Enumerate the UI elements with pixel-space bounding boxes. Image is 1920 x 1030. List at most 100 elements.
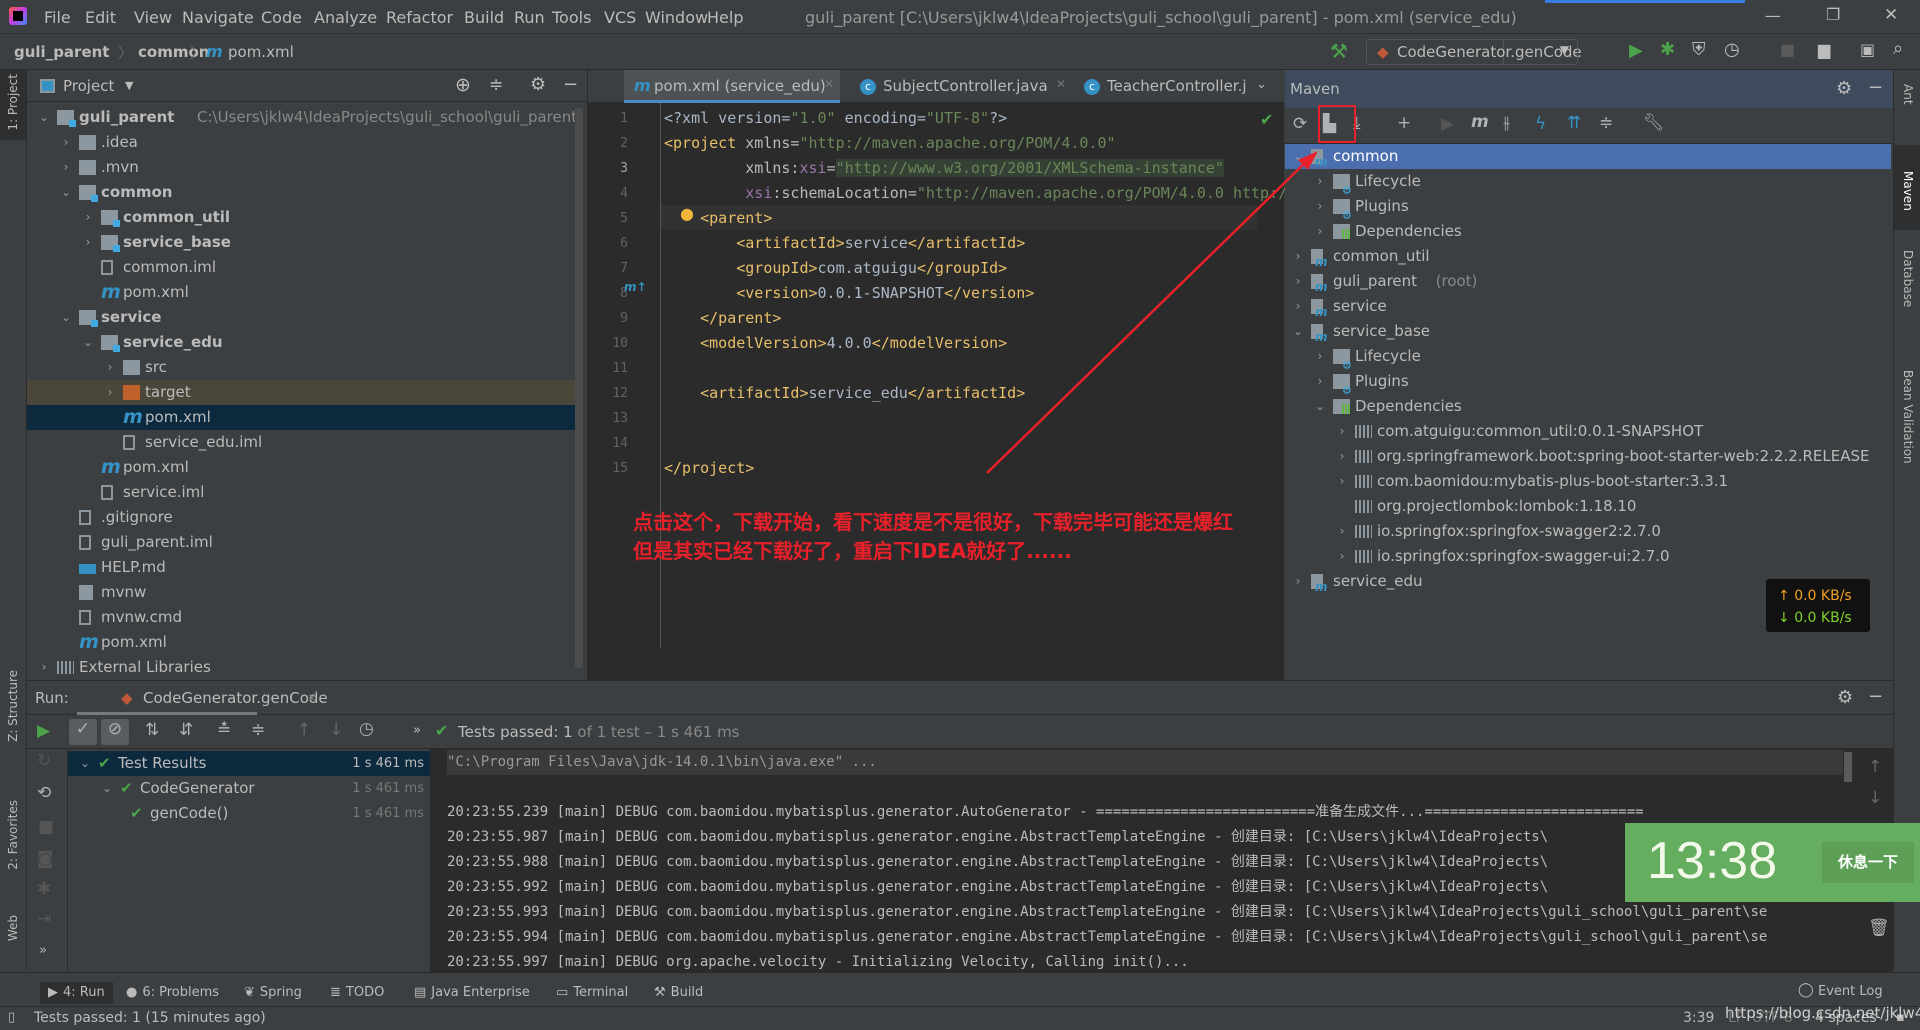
- chevron-right-icon[interactable]: ›: [1313, 219, 1327, 244]
- breadcrumb-pom[interactable]: pom.xml: [228, 43, 294, 61]
- gear-icon[interactable]: ⚙: [1836, 78, 1852, 99]
- project-structure-icon[interactable]: ▆: [1818, 40, 1830, 59]
- stop-icon[interactable]: ■: [38, 817, 54, 837]
- maven-tree-item[interactable]: › ⚙ Plugins: [1285, 369, 1891, 397]
- run-icon[interactable]: ▶: [1629, 40, 1643, 61]
- chevron-right-icon[interactable]: ›: [1313, 344, 1327, 369]
- chevron-right-icon[interactable]: ›: [1335, 469, 1349, 494]
- project-tree-item[interactable]: › service_base: [27, 230, 575, 255]
- chevron-right-icon[interactable]: ›: [103, 355, 117, 380]
- maven-tree-item[interactable]: org.projectlombok:lombok:1.18.10: [1285, 494, 1891, 519]
- next-icon[interactable]: ↓: [329, 720, 343, 740]
- project-tree-item[interactable]: › .mvn: [27, 155, 575, 180]
- chevron-right-icon[interactable]: ›: [103, 380, 117, 405]
- breadcrumb-guli-parent[interactable]: guli_parent: [14, 43, 109, 61]
- event-log-button[interactable]: Event Log: [1818, 984, 1883, 999]
- add-icon[interactable]: +: [1397, 113, 1411, 133]
- structure-stripe-label[interactable]: Z: Structure: [6, 670, 20, 742]
- collapse-all-icon[interactable]: ≑: [1599, 113, 1613, 133]
- close-tab-icon[interactable]: ✕: [824, 77, 834, 91]
- project-view-select[interactable]: Project: [63, 77, 114, 95]
- chevron-down-icon[interactable]: ⌄: [59, 305, 73, 330]
- project-tree-item[interactable]: › .idea: [27, 130, 575, 155]
- chevron-down-icon[interactable]: ▼: [125, 79, 133, 92]
- chevron-right-icon[interactable]: ›: [59, 130, 73, 155]
- rerun-icon[interactable]: ▶: [37, 721, 50, 741]
- ant-stripe-label[interactable]: Ant: [1901, 84, 1915, 105]
- build-hammer-icon[interactable]: ⚒: [1330, 39, 1348, 63]
- minimize-button[interactable]: —: [1765, 6, 1781, 25]
- project-tree-item[interactable]: ⌄ service: [27, 305, 575, 330]
- settings-wrench-icon[interactable]: 🔧︎: [1643, 113, 1665, 133]
- maven-tree-item[interactable]: › ⚙ Plugins: [1285, 194, 1891, 222]
- project-tree-item[interactable]: mvnw: [27, 580, 575, 605]
- sort-alpha-icon[interactable]: ⇅: [145, 720, 159, 740]
- locate-icon[interactable]: ⊕: [455, 74, 471, 96]
- chevron-down-icon[interactable]: ⌄: [37, 105, 51, 130]
- menu-vcs[interactable]: VCS: [604, 8, 636, 27]
- maven-tree-item[interactable]: › org.springframework.boot:spring-boot-st…: [1285, 444, 1891, 469]
- project-tree-item[interactable]: ⌄ common: [27, 180, 575, 205]
- menu-view[interactable]: View: [134, 8, 172, 27]
- maven-tree-item[interactable]: ⌄ m common: [1285, 144, 1891, 169]
- menu-refactor[interactable]: Refactor: [386, 8, 453, 27]
- maven-tree-item[interactable]: › ⚙ Lifecycle: [1285, 344, 1891, 372]
- project-tree-item[interactable]: service.iml: [27, 480, 575, 505]
- maven-tree-item[interactable]: › io.springfox:springfox-swagger-ui:2.7.0: [1285, 544, 1891, 569]
- tab-subject-controller[interactable]: c SubjectController.java ✕: [856, 70, 1066, 103]
- project-tree-item[interactable]: common.iml: [27, 255, 575, 280]
- toggle-offline-icon[interactable]: ⫳: [1503, 113, 1510, 133]
- menu-file[interactable]: File: [44, 8, 71, 27]
- toggle-auto-test-icon[interactable]: ⟲: [37, 783, 51, 803]
- stop-icon[interactable]: ■: [1780, 40, 1795, 59]
- show-passed-icon[interactable]: ✓: [69, 719, 97, 745]
- project-tree-item[interactable]: m pom.xml: [27, 630, 575, 655]
- project-tree-item[interactable]: m pom.xml: [27, 280, 575, 305]
- chevron-right-icon[interactable]: ›: [37, 655, 51, 680]
- run-tab[interactable]: ◆ CodeGenerator.genCode: [77, 681, 328, 715]
- project-tree-item[interactable]: ⌄ service_edu: [27, 330, 575, 355]
- maven-tree-item[interactable]: › m service: [1285, 294, 1891, 319]
- project-tree-item[interactable]: service_edu.iml: [27, 430, 575, 455]
- menu-run[interactable]: Run: [514, 8, 545, 27]
- test-tree-item[interactable]: ⌄ ✔ CodeGenerator 1 s 461 ms: [68, 776, 430, 801]
- hide-icon[interactable]: −: [563, 74, 578, 95]
- menu-help[interactable]: Help: [707, 8, 743, 27]
- debug-icon[interactable]: ✱: [37, 879, 51, 899]
- project-tree-item[interactable]: › External Libraries: [27, 655, 575, 680]
- web-stripe-label[interactable]: Web: [6, 915, 20, 941]
- project-tree-item[interactable]: m pom.xml: [27, 405, 575, 430]
- project-tree-item[interactable]: .gitignore: [27, 505, 575, 530]
- tabs-dropdown-icon[interactable]: ⌄: [1256, 77, 1267, 92]
- chevron-down-icon[interactable]: ⌄: [81, 330, 95, 355]
- project-tree-item[interactable]: m pom.xml: [27, 455, 575, 480]
- menu-window[interactable]: Window: [645, 8, 708, 27]
- status-panel-icon[interactable]: ▯: [8, 1010, 15, 1025]
- coverage-icon[interactable]: ⛨: [1692, 39, 1706, 60]
- hide-icon[interactable]: −: [1868, 686, 1883, 707]
- menu-tools[interactable]: Tools: [552, 8, 591, 27]
- reload-icon[interactable]: ⟳: [1293, 114, 1307, 134]
- maven-tree-item[interactable]: › com.baomidou:mybatis-plus-boot-starter:…: [1285, 469, 1891, 494]
- more-icon[interactable]: »: [413, 723, 421, 738]
- chevron-down-icon[interactable]: ⌄: [59, 180, 73, 205]
- project-tree-item[interactable]: HELP.md: [27, 555, 575, 580]
- rerun-failed-icon[interactable]: ↻: [37, 751, 51, 771]
- bottom-tab-4-run[interactable]: ▶ 4: Run: [40, 982, 113, 1004]
- bottom-tab-todo[interactable]: ≣ TODO: [330, 982, 384, 1004]
- debug-icon[interactable]: ✱: [1660, 39, 1675, 60]
- project-tree-item[interactable]: mvnw.cmd: [27, 605, 575, 630]
- tab-teacher-controller[interactable]: c TeacherController.j: [1080, 70, 1260, 103]
- maven-tree-item[interactable]: › m common_util: [1285, 244, 1891, 269]
- menu-build[interactable]: Build: [464, 8, 504, 27]
- console-scrollbar[interactable]: [1844, 752, 1852, 782]
- bottom-tab-java-enterprise[interactable]: ▤ Java Enterprise: [414, 982, 530, 1004]
- scroll-up-icon[interactable]: ↑: [1868, 757, 1882, 777]
- chevron-right-icon[interactable]: ›: [1291, 569, 1305, 594]
- clear-trash-icon[interactable]: 🗑︎: [1868, 918, 1890, 938]
- project-tree-item[interactable]: › target: [27, 380, 575, 405]
- more-icon[interactable]: »: [39, 943, 47, 958]
- history-icon[interactable]: ◷: [359, 719, 374, 739]
- project-tree-item[interactable]: › src: [27, 355, 575, 380]
- show-ignored-icon[interactable]: ⊘: [101, 719, 129, 745]
